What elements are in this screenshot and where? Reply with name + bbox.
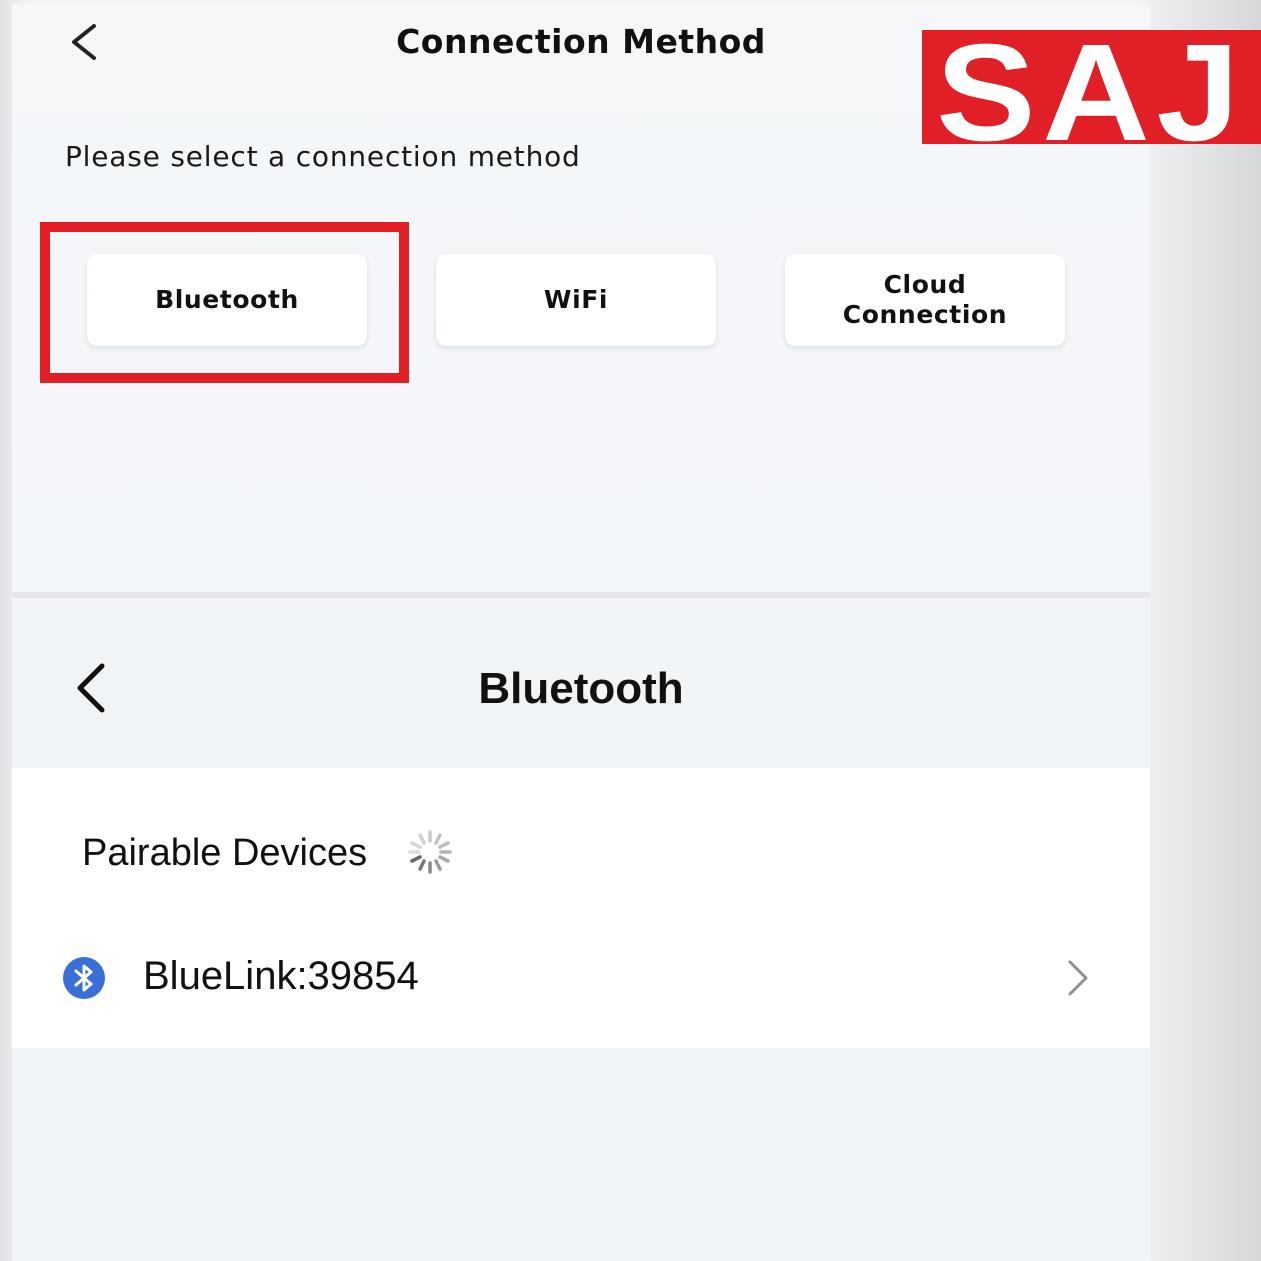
selection-highlight-box	[40, 222, 409, 383]
empty-area	[12, 1048, 1150, 1261]
cloud-connection-label: Cloud Connection	[842, 270, 1008, 329]
bluetooth-page-title: Bluetooth	[478, 664, 684, 713]
chevron-right-icon	[1062, 958, 1092, 998]
cloud-connection-method-button[interactable]: Cloud Connection	[785, 254, 1065, 346]
pairable-devices-label: Pairable Devices	[82, 832, 368, 874]
svg-text:SAJ: SAJ	[936, 30, 1246, 144]
device-list-item[interactable]: BlueLink:39854	[12, 938, 1150, 1018]
connection-prompt: Please select a connection method	[65, 140, 581, 173]
bluetooth-screen-header: Bluetooth	[12, 598, 1150, 768]
device-list-panel: Pairable Devices BlueLink:39854	[12, 768, 1150, 1048]
bluetooth-icon	[62, 956, 106, 1000]
saj-logo: SAJ	[922, 30, 1261, 144]
loading-spinner-icon	[406, 828, 454, 876]
device-name: BlueLink:39854	[143, 954, 419, 998]
wifi-method-button[interactable]: WiFi	[436, 254, 716, 346]
